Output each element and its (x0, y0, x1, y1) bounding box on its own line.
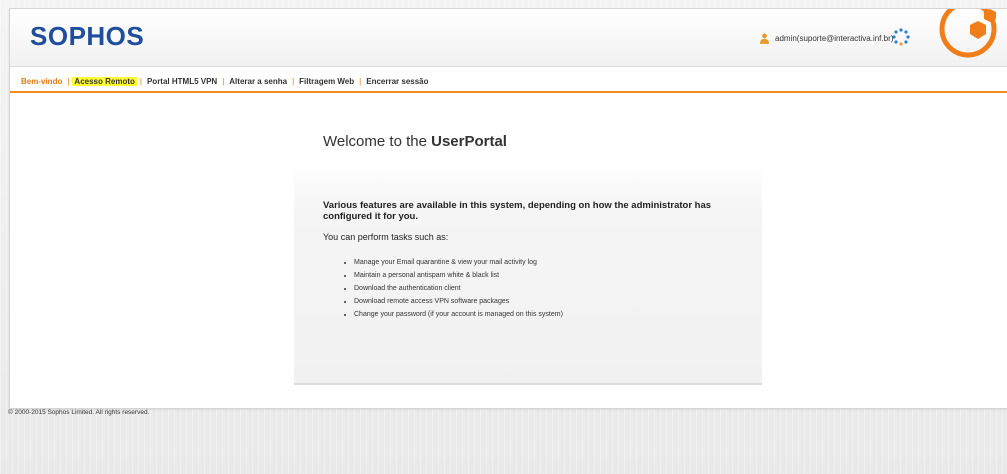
task-list: Manage your Email quarantine & view your… (344, 256, 563, 321)
footer-copyright: © 2000-2015 Sophos Limited. All rights r… (8, 409, 150, 416)
nav-encerrar-sessao[interactable]: Encerrar sessão (364, 77, 430, 86)
nav-acesso-remoto[interactable]: Acesso Remoto (72, 76, 137, 86)
user-info: admin(suporte@interactiva.inf.br) (760, 31, 893, 45)
nav-separator: | (67, 76, 70, 86)
list-item: Change your password (if your account is… (354, 308, 563, 321)
nav-portal-html5-vpn[interactable]: Portal HTML5 VPN (145, 77, 219, 86)
user-label: admin(suporte@interactiva.inf.br) (775, 33, 894, 43)
nav-separator: | (359, 76, 362, 86)
list-item: Maintain a personal antispam white & bla… (354, 269, 563, 282)
nav-separator: | (292, 76, 295, 86)
header-bar: SOPHOS admin(suporte@interactiva.inf.br) (10, 9, 1007, 67)
nav-separator: | (222, 76, 225, 86)
list-item: Manage your Email quarantine & view your… (354, 256, 563, 269)
panel-subheading: You can perform tasks such as: (323, 232, 449, 242)
nav-separator: | (139, 76, 142, 86)
portal-frame: SOPHOS admin(suporte@interactiva.inf.br) (9, 8, 1007, 409)
page-title: Welcome to the UserPortal (323, 133, 507, 150)
sophos-logo: SOPHOS (30, 21, 145, 51)
list-item: Download remote access VPN software pack… (354, 295, 563, 308)
loading-spinner-icon (892, 28, 910, 46)
nav-bem-vindo[interactable]: Bem-vindo (19, 77, 64, 86)
sophos-hex-logo-icon (939, 9, 997, 58)
main-nav: Bem-vindo | Acesso Remoto | Portal HTML5… (10, 71, 1007, 93)
nav-filtragem-web[interactable]: Filtragem Web (297, 77, 356, 86)
title-bold: UserPortal (431, 133, 507, 150)
title-prefix: Welcome to the (323, 133, 432, 150)
user-icon (760, 33, 769, 44)
welcome-panel: Welcome to the UserPortal Various featur… (294, 101, 762, 385)
nav-alterar-senha[interactable]: Alterar a senha (227, 77, 289, 86)
list-item: Download the authentication client (354, 282, 563, 295)
panel-heading: Various features are available in this s… (323, 200, 712, 222)
